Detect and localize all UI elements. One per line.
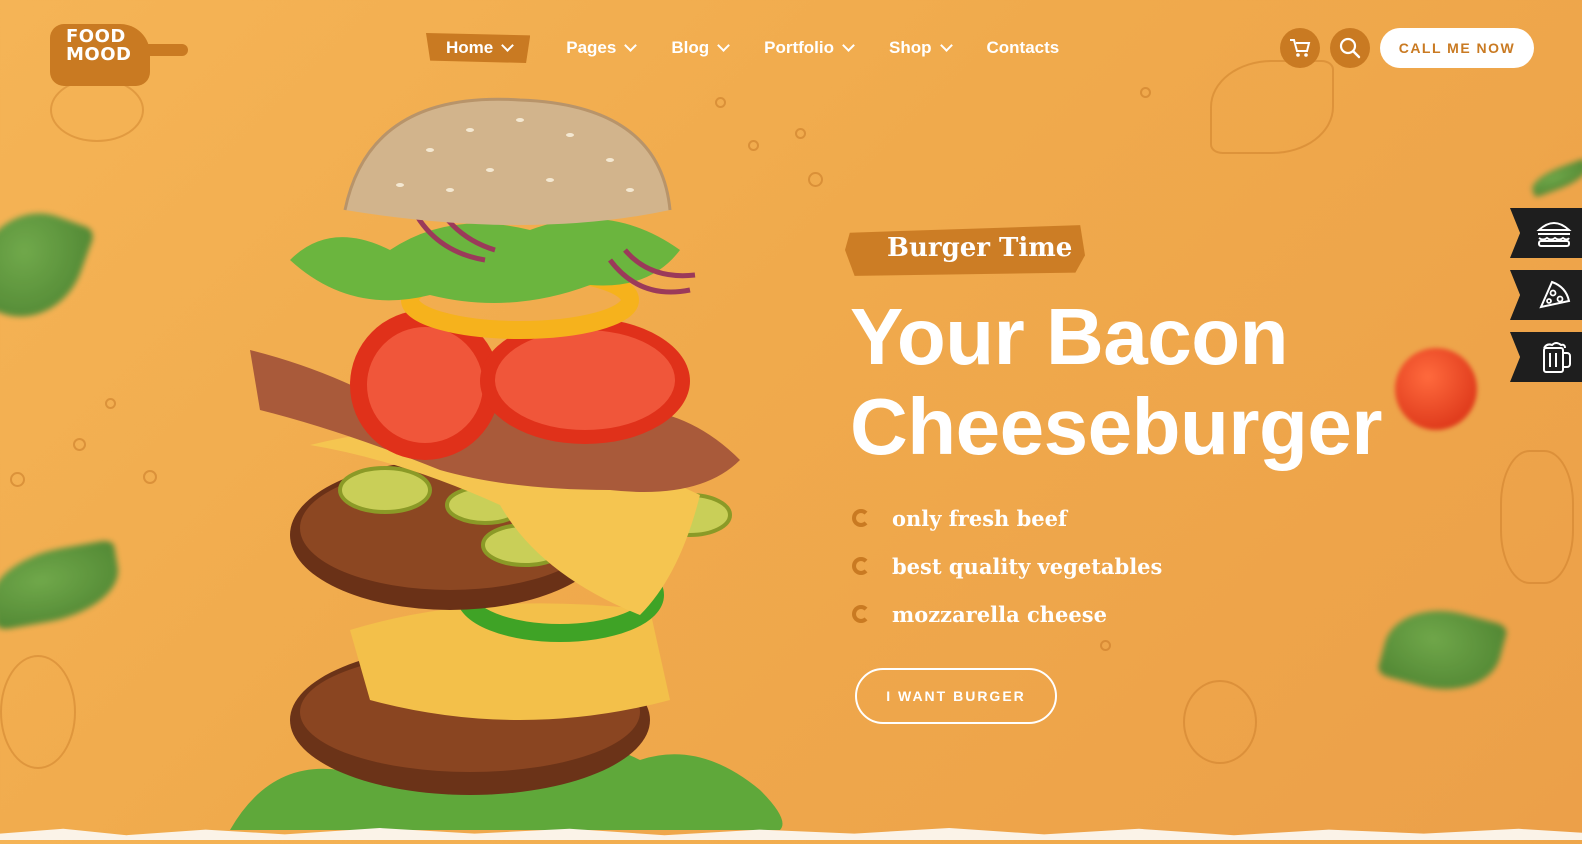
decorative-sketch (1500, 450, 1574, 584)
hero-title-line2: Cheeseburger (850, 382, 1382, 471)
nav-item-label: Pages (566, 38, 617, 57)
cart-icon (1290, 39, 1311, 57)
decorative-dot (105, 398, 116, 409)
tomato-decoration (1395, 348, 1477, 430)
leaf-decoration (1528, 158, 1582, 198)
chevron-down-icon (939, 39, 953, 52)
call-me-now-button[interactable]: CALL ME NOW (1380, 28, 1534, 68)
decorative-dot (73, 438, 86, 451)
main-nav: Home Pages Blog Portfolio Shop Contacts (426, 30, 1095, 66)
chevron-down-icon (501, 39, 515, 52)
logo[interactable]: FOOD MOOD (50, 8, 190, 88)
spinner-icon (852, 605, 870, 623)
decorative-dot (1140, 87, 1151, 98)
hero-title-line1: Your Bacon (850, 292, 1289, 381)
cart-button[interactable] (1280, 28, 1320, 68)
list-item: best quality vegetables (852, 542, 1162, 590)
feature-text: mozzarella cheese (892, 601, 1107, 627)
nav-item-pages[interactable]: Pages (566, 38, 638, 58)
list-item: mozzarella cheese (852, 590, 1162, 638)
nav-item-label: Portfolio (764, 38, 834, 57)
logo-line2: MOOD (66, 44, 132, 65)
chevron-down-icon (842, 39, 855, 52)
search-icon (1339, 37, 1361, 59)
decorative-sketch (1210, 60, 1334, 154)
i-want-burger-button[interactable]: I WANT BURGER (855, 668, 1057, 724)
logo-handle (142, 44, 188, 56)
nav-item-home[interactable]: Home (426, 33, 531, 63)
side-tab-burger[interactable] (1510, 208, 1582, 258)
nav-item-label: Shop (889, 38, 932, 57)
side-tab-beer[interactable] (1510, 332, 1582, 382)
burger-time-tag: Burger Time (845, 223, 1085, 277)
beer-icon (1543, 342, 1571, 373)
nav-item-label: Contacts (986, 38, 1060, 57)
nav-item-portfolio[interactable]: Portfolio (764, 38, 855, 58)
decorative-sketch (0, 655, 76, 769)
pizza-icon (1539, 280, 1571, 309)
chevron-down-icon (624, 39, 638, 52)
decorative-dot (795, 128, 806, 139)
nav-item-label: Blog (671, 38, 710, 57)
burger-icon (1536, 222, 1572, 247)
decorative-dot (143, 470, 157, 484)
feature-list: only fresh beef best quality vegetables … (852, 494, 1162, 638)
search-button[interactable] (1330, 28, 1370, 68)
decorative-dot (1100, 640, 1111, 651)
feature-text: best quality vegetables (892, 553, 1163, 579)
burger-illustration (230, 97, 783, 830)
tag-text: Burger Time (887, 233, 1073, 263)
nav-item-blog[interactable]: Blog (671, 38, 730, 58)
chevron-down-icon (717, 39, 730, 52)
side-tab-pizza[interactable] (1510, 270, 1582, 320)
decorative-dot (10, 472, 25, 487)
leaf-decoration (0, 539, 126, 631)
leaf-decoration (1376, 596, 1509, 704)
list-item: only fresh beef (852, 494, 1162, 542)
nav-item-contacts[interactable]: Contacts (987, 38, 1060, 58)
nav-item-shop[interactable]: Shop (889, 38, 953, 58)
leaf-decoration (0, 196, 96, 334)
spinner-icon (852, 557, 870, 575)
nav-item-label: Home (446, 38, 494, 57)
hero-title: Your Bacon Cheeseburger (850, 292, 1382, 472)
logo-text: FOOD MOOD (66, 28, 131, 64)
decorative-sketch (1183, 680, 1257, 764)
decorative-dot (808, 172, 823, 187)
spinner-icon (852, 509, 870, 527)
feature-text: only fresh beef (892, 505, 1068, 531)
burger-image (230, 90, 790, 840)
